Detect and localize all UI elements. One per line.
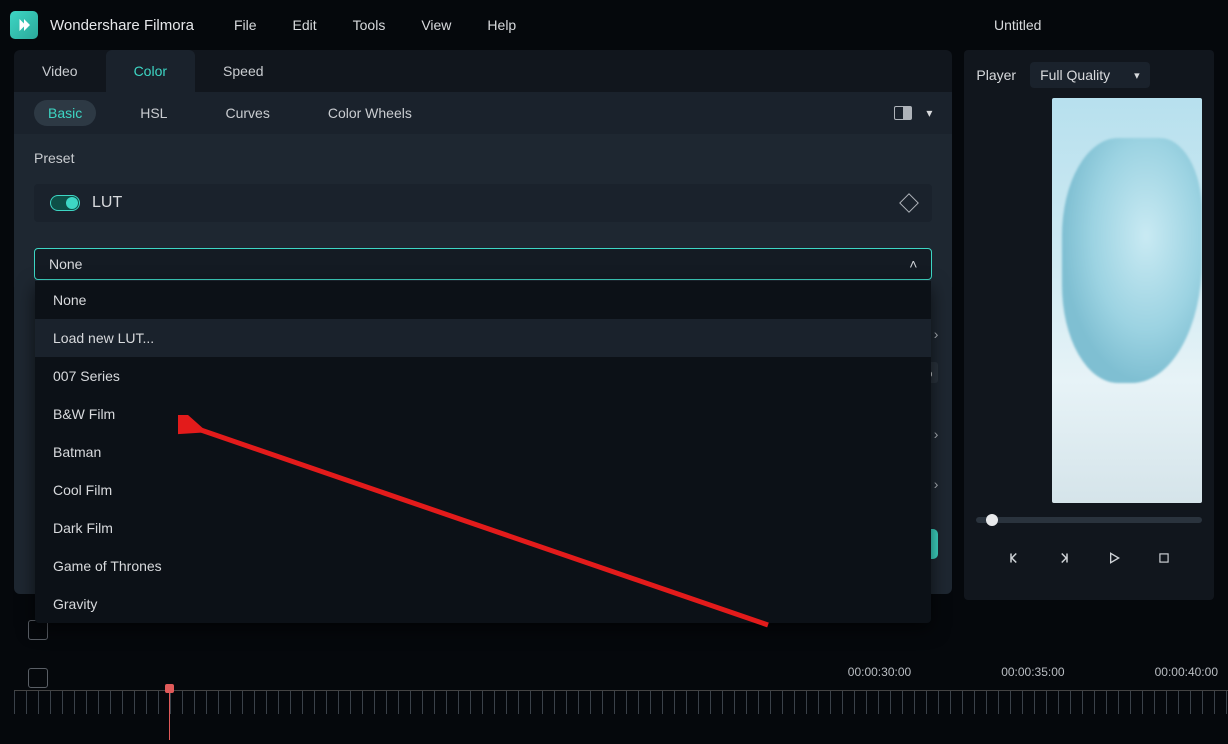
prev-frame-button[interactable]	[1003, 547, 1025, 569]
play-button[interactable]	[1103, 547, 1125, 569]
lut-option-bw[interactable]: B&W Film	[35, 395, 931, 433]
timecode-marker: 00:00:40:00	[1155, 665, 1218, 679]
title-bar: Wondershare Filmora File Edit Tools View…	[0, 0, 1228, 50]
chevron-down-icon[interactable]: ▾	[926, 106, 932, 120]
timeline-tool-icon[interactable]	[28, 620, 48, 640]
sub-tab-wheels[interactable]: Color Wheels	[314, 100, 426, 126]
app-logo	[10, 11, 38, 39]
keyframe-diamond-icon[interactable]	[899, 193, 919, 213]
lut-option-cool[interactable]: Cool Film	[35, 471, 931, 509]
chevron-up-icon: ˄	[909, 256, 917, 272]
video-preview[interactable]	[1052, 98, 1202, 503]
chevron-down-icon: ▾	[1134, 69, 1140, 82]
menu-file[interactable]: File	[234, 17, 257, 33]
player-panel: Player Full Quality ▾	[964, 50, 1214, 600]
lut-option-gravity[interactable]: Gravity	[35, 585, 931, 623]
scrub-bar[interactable]	[976, 517, 1202, 523]
next-frame-button[interactable]	[1053, 547, 1075, 569]
tab-video[interactable]: Video	[14, 50, 106, 92]
menu-bar: File Edit Tools View Help	[234, 17, 516, 33]
lut-dropdown: None Load new LUT... 007 Series B&W Film…	[35, 281, 931, 623]
lut-option-batman[interactable]: Batman	[35, 433, 931, 471]
lut-header-row: LUT	[34, 184, 932, 222]
player-label: Player	[976, 67, 1016, 83]
quality-value: Full Quality	[1040, 67, 1110, 83]
timecode-marker: 00:00:35:00	[1001, 665, 1064, 679]
quality-select[interactable]: Full Quality ▾	[1030, 62, 1150, 88]
lut-label: LUT	[92, 194, 122, 212]
row-expander-icon[interactable]: ›	[934, 426, 939, 442]
lut-option-load[interactable]: Load new LUT...	[35, 319, 931, 357]
inspector-panel: Video Color Speed Basic HSL Curves Color…	[14, 50, 952, 600]
sub-tab-hsl[interactable]: HSL	[126, 100, 181, 126]
sub-tab-basic[interactable]: Basic	[34, 100, 96, 126]
lut-option-dark[interactable]: Dark Film	[35, 509, 931, 547]
scrub-handle[interactable]	[986, 514, 998, 526]
menu-tools[interactable]: Tools	[353, 17, 386, 33]
menu-view[interactable]: View	[421, 17, 451, 33]
app-name: Wondershare Filmora	[50, 17, 194, 34]
row-expander-icon[interactable]: ›	[934, 326, 939, 342]
lut-option-got[interactable]: Game of Thrones	[35, 547, 931, 585]
compare-view-icon[interactable]	[894, 106, 912, 120]
lut-option-none[interactable]: None	[35, 281, 931, 319]
timeline-ruler[interactable]	[14, 690, 1228, 714]
sub-tab-curves[interactable]: Curves	[211, 100, 283, 126]
timeline-tool-icon[interactable]	[28, 668, 48, 688]
lut-select[interactable]: None ˄ None Load new LUT... 007 Series B…	[34, 248, 932, 280]
menu-edit[interactable]: Edit	[293, 17, 317, 33]
document-title: Untitled	[994, 17, 1041, 33]
lut-option-007[interactable]: 007 Series	[35, 357, 931, 395]
timeline: 00:00:30:00 00:00:35:00 00:00:40:00	[14, 610, 1228, 730]
main-tabs: Video Color Speed	[14, 50, 952, 92]
preset-label: Preset	[34, 150, 932, 166]
color-sub-tabs: Basic HSL Curves Color Wheels	[34, 100, 426, 126]
row-expander-icon[interactable]: ›	[934, 476, 939, 492]
lut-toggle[interactable]	[50, 195, 80, 211]
timecode-marker: 00:00:30:00	[848, 665, 911, 679]
stop-button[interactable]	[1153, 547, 1175, 569]
tab-color[interactable]: Color	[106, 50, 195, 92]
transport-controls	[976, 547, 1202, 569]
tab-speed[interactable]: Speed	[195, 50, 291, 92]
lut-selected-value: None	[49, 256, 82, 272]
playhead[interactable]	[169, 690, 170, 740]
menu-help[interactable]: Help	[487, 17, 516, 33]
